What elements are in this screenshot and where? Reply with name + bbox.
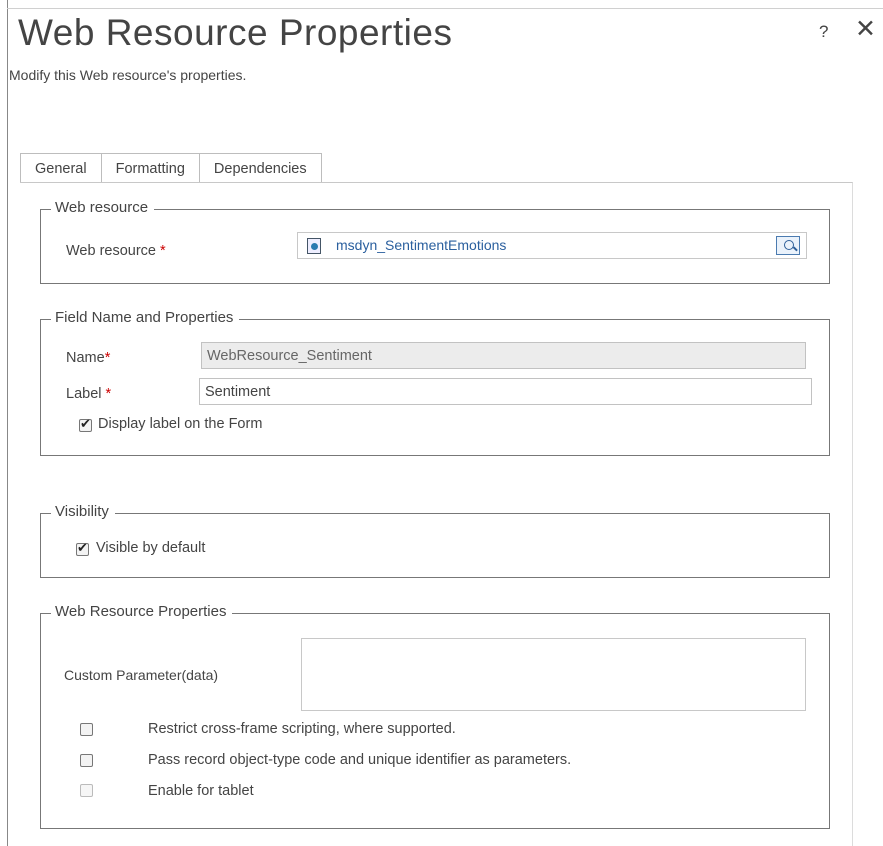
tab-dependencies[interactable]: Dependencies	[198, 153, 322, 183]
web-resource-group-legend: Web resource	[51, 199, 155, 216]
lookup-search-icon[interactable]	[776, 236, 800, 255]
label-label-text: Label	[66, 386, 102, 402]
web-resource-lookup-value[interactable]: msdyn_SentimentEmotions	[336, 237, 506, 253]
dialog-subtitle: Modify this Web resource's properties.	[9, 67, 247, 83]
dialog-top-border	[7, 8, 883, 9]
dialog-left-border	[7, 0, 8, 846]
label-field[interactable]	[199, 378, 812, 405]
name-label-text: Name	[66, 350, 105, 366]
visible-by-default-text[interactable]: Visible by default	[96, 540, 205, 556]
custom-parameter-label: Custom Parameter(data)	[64, 667, 219, 683]
required-marker: *	[105, 386, 112, 402]
name-field[interactable]	[201, 342, 806, 369]
restrict-cross-frame-checkbox[interactable]	[80, 723, 93, 736]
close-button[interactable]: ✕	[855, 17, 876, 42]
tab-formatting[interactable]: Formatting	[100, 153, 200, 183]
tab-bar: General Formatting Dependencies	[20, 153, 322, 183]
restrict-cross-frame-text[interactable]: Restrict cross-frame scripting, where su…	[148, 721, 456, 737]
web-resource-file-icon	[307, 238, 321, 254]
web-resource-properties-legend: Web Resource Properties	[51, 603, 233, 620]
enable-for-tablet-text[interactable]: Enable for tablet	[148, 783, 254, 799]
name-field-label: Name*	[66, 350, 110, 366]
dialog-title: Web Resource Properties	[18, 12, 453, 53]
web-resource-field-label: Web resource *	[66, 243, 166, 259]
tab-general[interactable]: General	[20, 153, 102, 183]
web-resource-label-text: Web resource	[66, 243, 156, 259]
pass-record-params-text[interactable]: Pass record object-type code and unique …	[148, 752, 571, 768]
label-field-label: Label *	[66, 386, 111, 402]
pass-record-params-checkbox[interactable]	[80, 754, 93, 767]
visible-by-default-checkbox[interactable]	[76, 540, 89, 556]
web-resource-lookup[interactable]: msdyn_SentimentEmotions	[297, 232, 807, 259]
visibility-legend: Visibility	[51, 503, 115, 520]
field-name-properties-legend: Field Name and Properties	[51, 309, 240, 326]
required-marker: *	[104, 350, 111, 366]
display-label-checkbox[interactable]	[79, 416, 92, 432]
enable-for-tablet-checkbox[interactable]	[80, 784, 93, 797]
help-button[interactable]: ?	[819, 22, 828, 42]
required-marker: *	[160, 243, 166, 259]
custom-parameter-textarea[interactable]	[301, 638, 806, 711]
display-label-text[interactable]: Display label on the Form	[98, 416, 262, 432]
